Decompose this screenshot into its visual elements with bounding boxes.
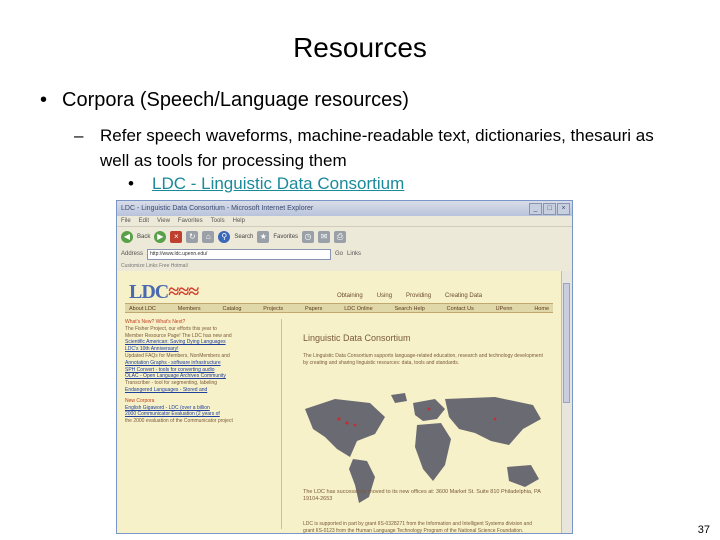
history-icon[interactable]: ◷ — [302, 231, 315, 243]
menu-favorites[interactable]: Favorites — [178, 218, 203, 224]
bullet-level3: • LDC - Linguistic Data Consortium — [128, 174, 404, 194]
slide-title: Resources — [293, 32, 427, 63]
browser-viewport: LDC≈≈≈ Obtaining Using Providing Creatin… — [117, 271, 563, 534]
stop-icon[interactable]: × — [170, 231, 183, 243]
favorites-star-icon[interactable]: ★ — [257, 231, 270, 243]
mail-icon[interactable]: ✉ — [318, 231, 331, 243]
ldc-toplink-creating-data[interactable]: Creating Data — [445, 293, 482, 299]
ldc-news-item[interactable]: 2000 Communicator Evaluation (2 years of — [125, 411, 275, 418]
ldc-nav-papers[interactable]: Papers — [305, 304, 322, 312]
ldc-logo[interactable]: LDC≈≈≈ — [129, 281, 199, 304]
menu-file[interactable]: File — [121, 218, 131, 224]
minimize-icon[interactable]: _ — [529, 202, 542, 215]
browser-titlebar: LDC - Linguistic Data Consortium - Micro… — [117, 201, 572, 216]
ldc-logo-left: LDC — [129, 281, 169, 303]
ldc-news-item: New Corpora — [125, 397, 155, 404]
browser-toolbar: ◀ Back ▶ × ↻ ⌂ ⚲ Search ★ Favorites ◷ ✉ … — [117, 226, 572, 247]
search-icon[interactable]: ⚲ — [218, 231, 231, 243]
browser-screenshot: LDC - Linguistic Data Consortium - Micro… — [116, 200, 573, 534]
browser-addressbar: Address http://www.ldc.upenn.edu/ Go Lin… — [117, 247, 572, 261]
back-arrow-icon[interactable]: ◀ — [121, 231, 133, 243]
scrollbar-thumb[interactable] — [563, 283, 570, 403]
ldc-news-item: The Fisher Project, our efforts this yea… — [125, 325, 217, 332]
page-number: 37 — [697, 524, 710, 536]
ldc-news-item: Updated FAQs for Members, NonMembers and — [125, 352, 230, 359]
ldc-top-links: Obtaining Using Providing Creating Data — [337, 293, 482, 299]
refresh-icon[interactable]: ↻ — [186, 231, 199, 243]
ldc-news-item: Transcriber - tool for segmenting, label… — [125, 380, 218, 387]
bullet-dash-icon: – — [74, 126, 84, 145]
ldc-news-item[interactable]: Scientific American: Saving Dying Langua… — [125, 339, 275, 346]
home-icon[interactable]: ⌂ — [202, 231, 215, 243]
maximize-icon[interactable]: □ — [543, 202, 556, 215]
links-label[interactable]: Links — [347, 251, 361, 257]
ldc-news-column: What's New? What's Next? The Fisher Proj… — [125, 319, 275, 425]
ldc-column-divider — [281, 319, 282, 529]
print-icon[interactable]: ⎙ — [334, 231, 347, 243]
ldc-news-item: What's New? What's Next? — [125, 319, 186, 325]
ldc-toplink-obtaining[interactable]: Obtaining — [337, 293, 363, 299]
ldc-moved-notice: The LDC has successfully moved to its ne… — [303, 489, 541, 502]
go-button[interactable]: Go — [335, 251, 343, 257]
ldc-nav-search-help[interactable]: Search Help — [395, 304, 425, 312]
ldc-news-item[interactable]: Endangered Languages - Stored and — [125, 387, 275, 394]
menu-view[interactable]: View — [157, 218, 170, 224]
ldc-news-item[interactable]: SPH Convert - tools for converting audio — [125, 367, 275, 374]
bullet-dot-icon: • — [40, 89, 48, 111]
ldc-nav-about[interactable]: About LDC — [129, 304, 156, 312]
ldc-news-item[interactable]: OLAC - Open Language Archives Community — [125, 373, 275, 380]
ldc-toplink-providing[interactable]: Providing — [406, 293, 431, 299]
ldc-logo-right: ≈≈≈ — [168, 281, 199, 303]
ldc-support-notice: LDC is supported in part by grant IIS-03… — [303, 521, 533, 534]
close-icon[interactable]: × — [557, 202, 570, 215]
ldc-heading: Linguistic Data Consortium — [303, 333, 411, 343]
search-label[interactable]: Search — [234, 234, 253, 240]
ldc-news-item[interactable]: Annotation Graphs - software infrastruct… — [125, 360, 275, 367]
ldc-nav-ldc-online[interactable]: LDC Online — [344, 304, 372, 312]
forward-arrow-icon[interactable]: ▶ — [154, 231, 167, 243]
browser-linksbar: Customize Links Free Hotmail — [117, 261, 572, 271]
bullet-level1-text: Corpora (Speech/Language resources) — [62, 89, 409, 111]
ldc-nav-upenn[interactable]: UPenn — [496, 304, 513, 312]
ldc-nav-bar: About LDC Members Catalog Projects Paper… — [125, 303, 553, 313]
browser-scrollbar[interactable] — [561, 271, 572, 533]
bullet-level1: • Corpora (Speech/Language resources) — [40, 89, 409, 112]
browser-window-title: LDC - Linguistic Data Consortium - Micro… — [121, 205, 314, 212]
back-label[interactable]: Back — [137, 234, 150, 240]
ldc-link[interactable]: LDC - Linguistic Data Consortium — [152, 174, 404, 193]
address-label: Address — [121, 251, 144, 257]
address-input[interactable]: http://www.ldc.upenn.edu/ — [147, 248, 332, 260]
bullet-level2-text: Refer speech waveforms, machine-readable… — [100, 126, 654, 170]
ldc-description: The Linguistic Data Consortium supports … — [303, 353, 543, 366]
menu-edit[interactable]: Edit — [139, 218, 149, 224]
ldc-nav-catalog[interactable]: Catalog — [222, 304, 241, 312]
bullet-dot-icon: • — [128, 174, 134, 193]
ldc-nav-members[interactable]: Members — [178, 304, 201, 312]
ldc-nav-projects[interactable]: Projects — [263, 304, 283, 312]
ldc-news-item[interactable]: English Gigaword - LDC (over a billion — [125, 405, 275, 412]
ldc-toplink-using[interactable]: Using — [377, 293, 392, 299]
ldc-news-item: Member Resource Page! The LDC has new an… — [125, 332, 232, 339]
menu-tools[interactable]: Tools — [211, 218, 225, 224]
links-bar-text[interactable]: Customize Links Free Hotmail — [121, 263, 188, 269]
ldc-news-item[interactable]: LDC's 10th Anniversary! — [125, 346, 275, 353]
favorites-label[interactable]: Favorites — [273, 234, 298, 240]
browser-menubar: File Edit View Favorites Tools Help — [117, 216, 572, 226]
ldc-nav-contact[interactable]: Contact Us — [447, 304, 474, 312]
ldc-news-item: the 2000 evaluation of the Communicator … — [125, 418, 233, 425]
ldc-nav-home[interactable]: Home — [534, 304, 549, 312]
menu-help[interactable]: Help — [233, 218, 245, 224]
